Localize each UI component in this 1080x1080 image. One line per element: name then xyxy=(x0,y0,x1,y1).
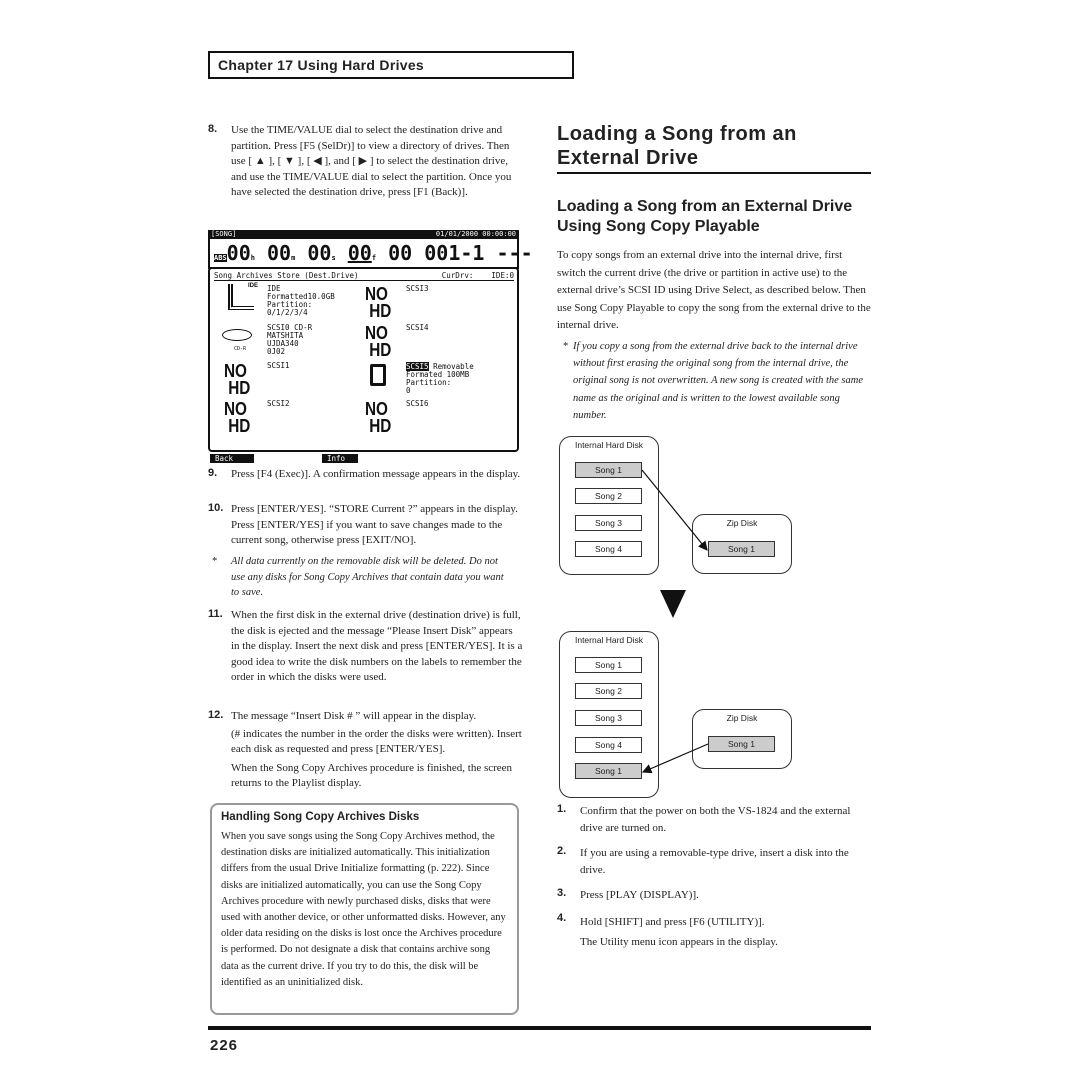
right-step-1: 1. Confirm that the power on both the VS-… xyxy=(557,803,851,834)
footer-rule xyxy=(208,1026,871,1030)
song-copy-diagram: Internal Hard Disk Song 1 Song 2 Song 3 … xyxy=(0,0,1080,1080)
down-triangle-icon xyxy=(660,590,686,618)
right-step-2: 2. If you are using a removable-type driv… xyxy=(557,845,849,876)
right-step-4: 4. Hold [SHIFT] and press [F6 (UTILITY)].… xyxy=(557,912,778,948)
page-number: 226 xyxy=(210,1037,239,1054)
diagram-arrows xyxy=(641,469,709,774)
copy-arrow xyxy=(641,743,709,774)
right-step-3: 3. Press [PLAY (DISPLAY)]. xyxy=(557,887,699,901)
copy-arrow xyxy=(641,469,708,551)
